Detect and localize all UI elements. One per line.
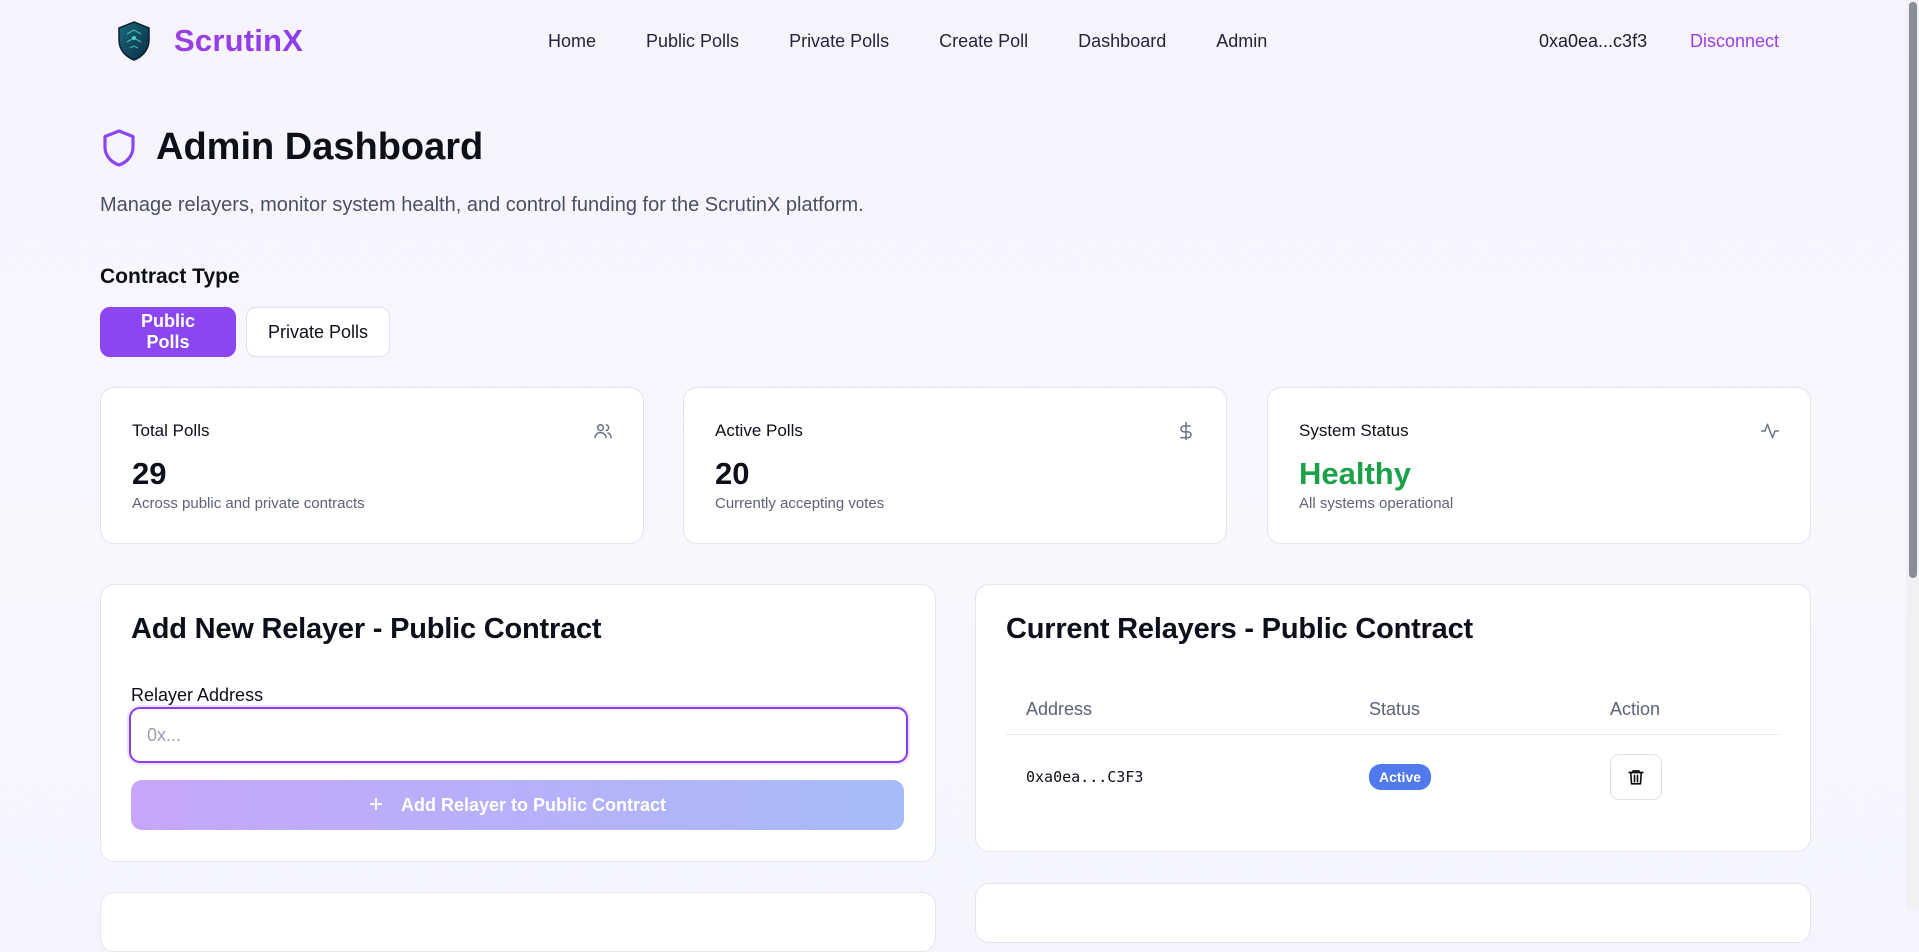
relayer-address-input[interactable]: [129, 707, 908, 763]
page-scrollbar[interactable]: [1906, 0, 1919, 909]
main-nav: Home Public Polls Private Polls Create P…: [548, 31, 1267, 52]
stat-value: 20: [715, 456, 750, 491]
top-navbar: ScrutinX Home Public Polls Private Polls…: [0, 0, 1906, 84]
remove-relayer-button[interactable]: [1610, 754, 1662, 801]
nav-create-poll[interactable]: Create Poll: [939, 31, 1028, 52]
stat-subtitle: Currently accepting votes: [715, 495, 885, 512]
plus-icon: +: [368, 791, 383, 818]
stat-title: Total Polls: [132, 421, 210, 440]
table-row: 0xa0ea...C3F3 Active: [1006, 734, 1779, 820]
stat-title: Active Polls: [715, 421, 803, 440]
nav-dashboard[interactable]: Dashboard: [1078, 31, 1166, 52]
current-relayers-panel: Current Relayers - Public Contract Addre…: [975, 584, 1811, 852]
add-relayer-button[interactable]: + Add Relayer to Public Contract: [131, 780, 904, 830]
stat-subtitle: Across public and private contracts: [132, 495, 365, 512]
stat-card-system-status: System Status Healthy All systems operat…: [1267, 387, 1811, 544]
wallet-address: 0xa0ea...c3f3: [1539, 31, 1648, 51]
add-relayer-title: Add New Relayer - Public Contract: [131, 613, 602, 645]
relayer-action-cell: [1590, 734, 1779, 820]
relayers-table: Address Status Action 0xa0ea...C3F3 Acti…: [1006, 685, 1779, 820]
system-status-value: Healthy: [1299, 456, 1411, 491]
column-header-action: Action: [1590, 685, 1779, 735]
activity-icon: [1760, 423, 1780, 439]
lower-left-panel: [100, 892, 936, 952]
add-relayer-panel: Add New Relayer - Public Contract Relaye…: [100, 584, 936, 862]
table-header-row: Address Status Action: [1006, 685, 1779, 735]
lower-right-panel: [975, 883, 1811, 943]
nav-public-polls[interactable]: Public Polls: [646, 31, 739, 52]
stat-card-active-polls: Active Polls 20 Currently accepting vote…: [683, 387, 1227, 544]
users-icon: [594, 424, 612, 439]
dollar-icon: [1180, 421, 1192, 441]
stat-subtitle: All systems operational: [1299, 495, 1454, 512]
page-subtitle: Manage relayers, monitor system health, …: [100, 194, 864, 216]
status-badge: Active: [1369, 764, 1432, 791]
column-header-address: Address: [1006, 685, 1349, 735]
stat-title: System Status: [1299, 421, 1409, 440]
disconnect-button[interactable]: Disconnect: [1690, 31, 1779, 52]
relayer-status-cell: Active: [1349, 734, 1590, 820]
column-header-status: Status: [1349, 685, 1590, 735]
contract-type-label: Contract Type: [100, 265, 240, 288]
stat-card-total-polls: Total Polls 29 Across public and private…: [100, 387, 644, 544]
shield-icon: [103, 128, 135, 167]
relayer-address-label: Relayer Address: [131, 685, 264, 705]
nav-admin[interactable]: Admin: [1216, 31, 1267, 52]
relayer-address: 0xa0ea...C3F3: [1026, 768, 1144, 787]
brand-name: ScrutinX: [174, 23, 304, 58]
stat-value: 29: [132, 456, 167, 491]
add-relayer-button-label: Add Relayer to Public Contract: [400, 794, 667, 815]
contract-public-polls-button[interactable]: Public Polls: [100, 307, 236, 357]
page-title: Admin Dashboard: [156, 126, 484, 168]
brand[interactable]: ScrutinX: [116, 20, 303, 62]
contract-type-toggle: Public Polls Private Polls: [100, 307, 390, 357]
contract-private-polls-button[interactable]: Private Polls: [246, 307, 390, 357]
brand-logo-icon: [118, 21, 150, 61]
nav-private-polls[interactable]: Private Polls: [789, 31, 889, 52]
trash-icon: [1628, 770, 1644, 785]
current-relayers-title: Current Relayers - Public Contract: [1006, 613, 1473, 645]
page-header: Admin Dashboard: [100, 126, 483, 169]
nav-home[interactable]: Home: [548, 31, 596, 52]
scrollbar-thumb[interactable]: [1909, 2, 1917, 578]
